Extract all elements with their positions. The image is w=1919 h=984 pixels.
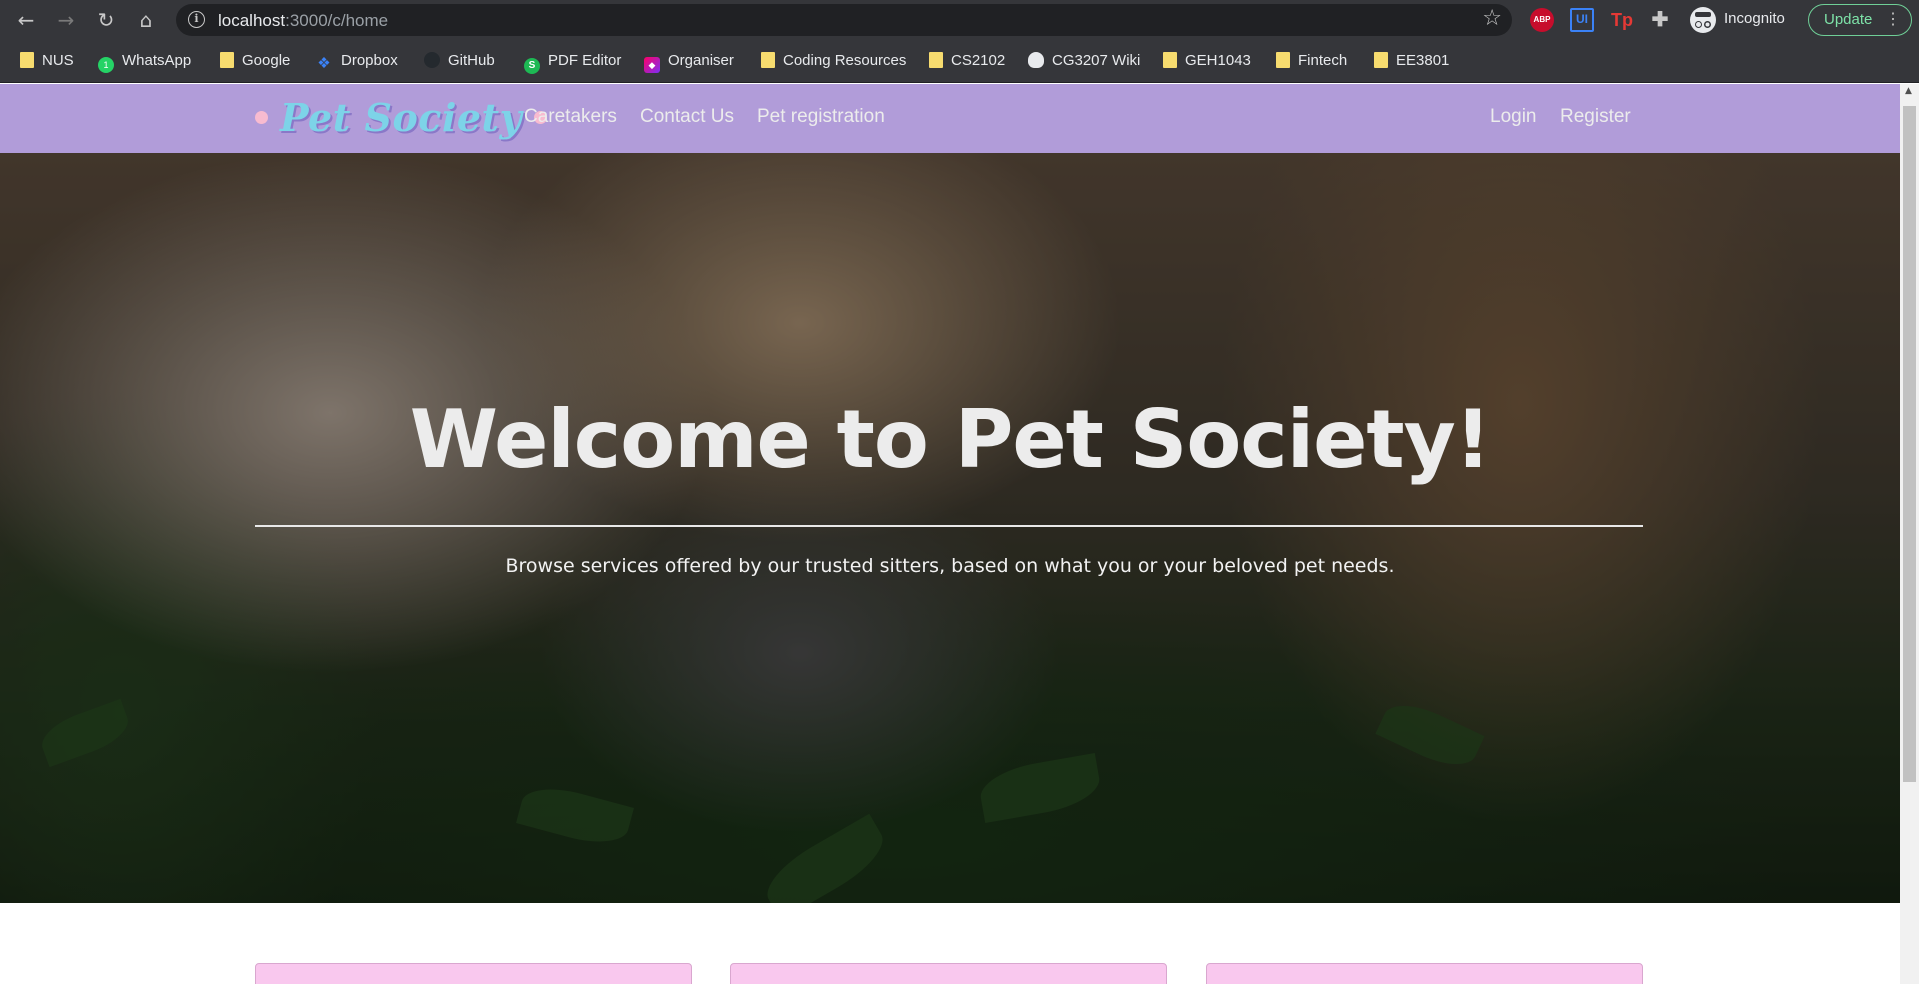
hero-overlay: [0, 153, 1900, 903]
tp-extension-icon[interactable]: Tp: [1610, 8, 1634, 32]
bookmark-label: WhatsApp: [122, 52, 192, 69]
bookmark-label: CS2102: [951, 52, 1006, 69]
adblock-extension-icon[interactable]: ABP: [1530, 8, 1554, 32]
bookmark-cg3207-wiki[interactable]: CG3207 Wiki: [1028, 50, 1140, 72]
browser-toolbar: ← → ↻ ⌂ i localhost:3000/c/home ☆ ABP UI…: [0, 0, 1919, 40]
url-host: localhost: [218, 11, 286, 30]
reload-icon[interactable]: ↻: [92, 6, 120, 34]
update-button[interactable]: Update ⋮: [1808, 4, 1912, 36]
page-viewport: Pet Society Caretakers Contact Us Pet re…: [0, 84, 1900, 984]
scroll-thumb[interactable]: [1903, 106, 1916, 782]
bookmark-label: Google: [242, 52, 291, 69]
back-arrow-icon[interactable]: ←: [12, 6, 40, 34]
bookmark-geh1043[interactable]: GEH1043: [1163, 50, 1251, 72]
folder-icon: [1374, 52, 1388, 68]
bookmark-ee3801[interactable]: EE3801: [1374, 50, 1449, 72]
site-navbar: Pet Society Caretakers Contact Us Pet re…: [0, 84, 1900, 153]
bookmark-label: EE3801: [1396, 52, 1450, 69]
brand-name: Pet Society: [280, 94, 523, 140]
service-card[interactable]: [730, 963, 1167, 984]
service-card[interactable]: [1206, 963, 1643, 984]
home-icon[interactable]: ⌂: [132, 6, 160, 34]
bookmark-label: NUS: [42, 52, 74, 69]
nav-link-pet-registration[interactable]: Pet registration: [757, 106, 885, 128]
hero-divider: [255, 525, 1643, 527]
address-bar[interactable]: i localhost:3000/c/home ☆: [176, 4, 1512, 36]
incognito-label: Incognito: [1724, 10, 1785, 27]
url-text[interactable]: localhost:3000/c/home: [218, 11, 388, 31]
bookmark-pdf-editor[interactable]: S PDF Editor: [524, 50, 622, 74]
organiser-icon: ◆: [644, 57, 660, 73]
folder-icon: [20, 52, 34, 68]
bookmark-label: Fintech: [1298, 52, 1348, 69]
incognito-icon[interactable]: [1690, 7, 1716, 33]
extensions-puzzle-icon[interactable]: ✚: [1648, 8, 1672, 32]
bookmark-nus[interactable]: NUS: [20, 50, 74, 72]
bookmark-dropbox[interactable]: ❖ Dropbox: [315, 50, 398, 72]
nav-link-login[interactable]: Login: [1490, 106, 1537, 128]
folder-icon: [761, 52, 775, 68]
bookmark-label: GitHub: [448, 52, 495, 69]
bookmark-organiser[interactable]: ◆ Organiser: [644, 50, 734, 73]
bookmark-label: GEH1043: [1185, 52, 1251, 69]
nav-link-contact-us[interactable]: Contact Us: [640, 106, 734, 128]
bookmark-label: Coding Resources: [783, 52, 907, 69]
bookmark-cs2102[interactable]: CS2102: [929, 50, 1005, 72]
scroll-up-arrow-icon[interactable]: ▲: [1905, 86, 1912, 96]
bookmark-whatsapp[interactable]: 1 WhatsApp: [98, 50, 192, 73]
hero-banner: Welcome to Pet Society! Browse services …: [0, 153, 1900, 903]
folder-icon: [220, 52, 234, 68]
bookmark-google[interactable]: Google: [220, 50, 290, 72]
whatsapp-icon: 1: [98, 57, 114, 73]
bookmarks-bar: NUS 1 WhatsApp Google ❖ Dropbox GitHub S PD…: [0, 40, 1919, 83]
pdf-editor-icon: S: [524, 58, 540, 74]
nav-link-register[interactable]: Register: [1560, 106, 1631, 128]
wiki-icon: [1028, 52, 1044, 68]
folder-icon: [1163, 52, 1177, 68]
page-scrollbar[interactable]: ▲: [1900, 84, 1919, 984]
paw-dot-icon: [255, 110, 268, 124]
ui-extension-icon[interactable]: UI: [1570, 8, 1594, 32]
bookmark-fintech[interactable]: Fintech: [1276, 50, 1347, 72]
forward-arrow-icon[interactable]: →: [52, 6, 80, 34]
folder-icon: [929, 52, 943, 68]
bookmark-label: PDF Editor: [548, 52, 622, 69]
brand-logo[interactable]: Pet Society: [255, 92, 548, 142]
menu-dots-icon[interactable]: ⋮: [1885, 5, 1901, 34]
folder-icon: [1276, 52, 1290, 68]
bookmark-github[interactable]: GitHub: [424, 50, 495, 72]
hero-subtitle: Browse services offered by our trusted s…: [505, 555, 1395, 577]
service-card[interactable]: [255, 963, 692, 984]
url-path: :3000/c/home: [285, 11, 389, 30]
hero-title: Welcome to Pet Society!: [409, 393, 1492, 486]
dropbox-icon: ❖: [317, 55, 331, 72]
bookmark-label: Dropbox: [341, 52, 398, 69]
bookmark-star-icon[interactable]: ☆: [1482, 6, 1502, 31]
bookmark-label: Organiser: [668, 52, 734, 69]
github-icon: [424, 52, 440, 68]
bookmark-label: CG3207 Wiki: [1052, 52, 1141, 69]
update-label: Update: [1824, 11, 1873, 28]
site-info-icon[interactable]: i: [188, 11, 205, 28]
nav-link-caretakers[interactable]: Caretakers: [524, 106, 617, 128]
bookmark-coding-resources[interactable]: Coding Resources: [761, 50, 906, 72]
